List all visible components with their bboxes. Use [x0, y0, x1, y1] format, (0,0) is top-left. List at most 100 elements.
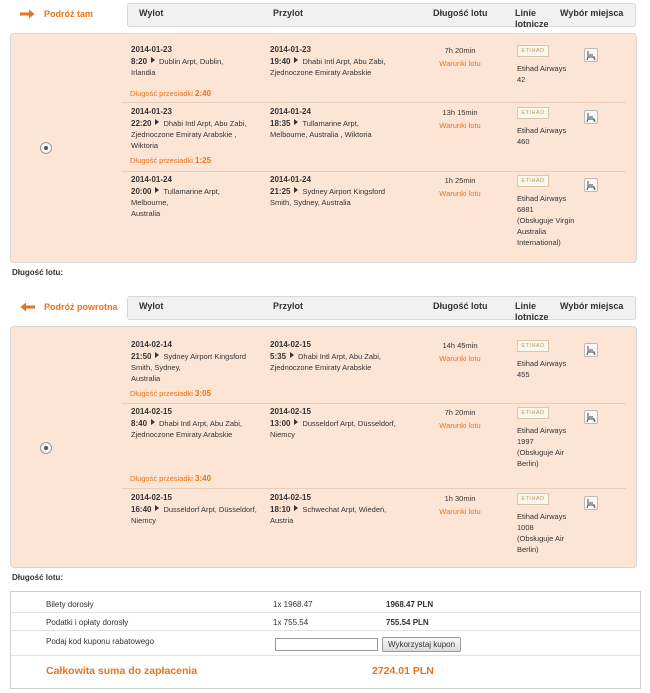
flight-number: 1997: [517, 437, 534, 446]
col-duration: Długość lotu: [433, 8, 488, 18]
taxes-amount: 755.54 PLN: [386, 618, 429, 627]
col-duration: Długość lotu: [433, 301, 488, 311]
seat-selection-icon[interactable]: [584, 410, 598, 424]
arrival-location: Zjednoczone Emiraty Arabskie: [270, 68, 372, 77]
outbound-radio[interactable]: [40, 142, 52, 154]
duration-value: 7h 20min: [444, 46, 476, 55]
tab-outbound[interactable]: Podróż tam: [14, 3, 126, 25]
col-departure: Wylot: [139, 301, 164, 311]
etihad-logo: ETIHAD: [517, 407, 549, 419]
play-arrow-icon: [151, 57, 156, 63]
airline-name: Etihad Airways: [517, 426, 567, 435]
apply-coupon-button[interactable]: Wykorzystaj kupon: [382, 637, 462, 652]
seat-selection-icon[interactable]: [584, 110, 598, 124]
arrival-time: 21:25: [270, 187, 291, 196]
seat-selection-icon[interactable]: [584, 496, 598, 510]
segment-departure: 2014-01-24 20:00 Tullamarine Arpt, Melbourn…: [131, 175, 261, 219]
col-seat: Wybór miejsca: [560, 8, 624, 18]
col-airlines: Linie lotnicze: [515, 8, 549, 29]
airline-name: Etihad Airways: [517, 194, 567, 203]
segment-airline: ETIHAD Etihad Airways 1008 (Obsługuje Air Be…: [517, 493, 582, 555]
operated-by: (Obsługuje Air: [517, 534, 565, 543]
total-label: Całkowita suma do zapłacenia: [46, 665, 198, 677]
price-summary: Bilety dorosły 1x 1968.47 1968.47 PLN Po…: [10, 591, 641, 689]
segment-duration: 7h 20min Warunki lotu: [430, 408, 490, 430]
operated-by: International): [517, 238, 561, 247]
segment-duration: 13h 15min Warunki lotu: [430, 108, 490, 130]
segment-departure: 2014-01-23 8:20 Dublin Arpt, Dublin, Irland…: [131, 45, 261, 78]
segment-divider: [122, 403, 626, 404]
arrival-time: 5:35: [270, 352, 287, 361]
airline-name: Etihad Airways: [517, 359, 567, 368]
duration-value: 13h 15min: [442, 108, 478, 117]
col-airlines: Linie lotnicze: [515, 301, 549, 322]
departure-date: 2014-01-24: [131, 175, 172, 184]
arrival-location: Melbourne, Australia , Wiktoria: [270, 130, 372, 139]
arrival-date: 2014-01-24: [270, 107, 311, 116]
seat-selection-icon[interactable]: [584, 178, 598, 192]
flight-conditions-link[interactable]: Warunki lotu: [430, 59, 490, 68]
tickets-label: Bilety dorosły: [46, 600, 94, 609]
departure-time: 20:00: [131, 187, 152, 196]
tickets-qty: 1x 1968.47: [273, 600, 313, 609]
segment-departure: 2014-02-15 16:40 Dusseldorf Arpt, Düsseldo…: [131, 493, 261, 526]
flight-conditions-link[interactable]: Warunki lotu: [430, 507, 490, 516]
play-arrow-icon: [294, 419, 299, 425]
arrival-date: 2014-02-15: [270, 340, 311, 349]
segment-duration: 14h 45min Warunki lotu: [430, 341, 490, 363]
departure-time: 8:40: [131, 419, 148, 428]
flight-number: 460: [517, 137, 530, 146]
segment-airline: ETIHAD Etihad Airways 455: [517, 340, 582, 380]
operated-by: (Obsługuje Air: [517, 448, 565, 457]
seat-selection-icon[interactable]: [584, 343, 598, 357]
column-header-return: Wylot Przylot Długość lotu Linie lotnicz…: [127, 296, 636, 322]
layover-duration: Długość przesiadki 3:05: [130, 389, 212, 398]
departure-airport: Dhabi Intl Arpt, Abu Zabi,: [163, 119, 247, 128]
airline-name: Etihad Airways: [517, 512, 567, 521]
taxes-label: Podatki i opłaty dorosły: [46, 618, 129, 627]
etihad-logo: ETIHAD: [517, 493, 549, 505]
departure-airport: Sydney Airport Kingsford: [163, 352, 247, 361]
departure-airport: Dusseldorf Arpt, Düsseldorf,: [163, 505, 257, 514]
flight-conditions-link[interactable]: Warunki lotu: [430, 189, 490, 198]
flight-conditions-link[interactable]: Warunki lotu: [430, 421, 490, 430]
play-arrow-icon: [294, 187, 299, 193]
summary-row-taxes: Podatki i opłaty dorosły 1x 755.54 755.5…: [11, 614, 640, 631]
tab-return[interactable]: Podróż powrotna: [14, 296, 126, 318]
arrival-date: 2014-01-24: [270, 175, 311, 184]
segment-departure: 2014-02-14 21:50 Sydney Airport Kingsford S…: [131, 340, 261, 384]
segment-arrival: 2014-01-24 21:25 Sydney Airport Kingsford S…: [270, 175, 420, 208]
segment-duration: 1h 25min Warunki lotu: [430, 176, 490, 198]
flight-number: 455: [517, 370, 530, 379]
col-arrival: Przylot: [273, 8, 304, 18]
seat-selection-icon[interactable]: [584, 48, 598, 62]
column-header-outbound: Wylot Przylot Długość lotu Linie lotnicz…: [127, 3, 636, 29]
segment-divider: [122, 102, 626, 103]
summary-divider: [11, 655, 640, 656]
departure-time: 16:40: [131, 505, 152, 514]
duration-value: 7h 20min: [444, 408, 476, 417]
arrival-time: 18:10: [270, 505, 291, 514]
departure-location: Wiktoria: [131, 141, 159, 150]
segment-arrival: 2014-02-15 5:35 Dhabi Intl Arpt, Abu Zabi,…: [270, 340, 420, 373]
arrival-date: 2014-01-23: [270, 45, 311, 54]
operated-by: Berlin): [517, 459, 539, 468]
segment-airline: ETIHAD Etihad Airways 1997 (Obsługuje Air Be…: [517, 407, 582, 469]
segment-duration: 1h 30min Warunki lotu: [430, 494, 490, 516]
flight-conditions-link[interactable]: Warunki lotu: [430, 121, 490, 130]
coupon-code-input[interactable]: [275, 638, 378, 651]
departure-time: 22:20: [131, 119, 152, 128]
duration-value: 1h 25min: [444, 176, 476, 185]
airline-name: Etihad Airways: [517, 64, 567, 73]
segment-airline: ETIHAD Etihad Airways 42: [517, 45, 582, 85]
return-radio[interactable]: [40, 442, 52, 454]
departure-location: Smith, Sydney,: [131, 363, 181, 372]
arrival-location: Zjednoczone Emiraty Arabskie: [270, 363, 372, 372]
total-amount: 2724.01 PLN: [372, 665, 434, 677]
flight-conditions-link[interactable]: Warunki lotu: [430, 354, 490, 363]
arrival-time: 19:40: [270, 57, 291, 66]
segment-duration: 7h 20min Warunki lotu: [430, 46, 490, 68]
arrival-airport: Tullamarine Arpt,: [302, 119, 359, 128]
departure-date: 2014-02-15: [131, 493, 172, 502]
departure-airport: Dublin Arpt, Dublin,: [159, 57, 224, 66]
